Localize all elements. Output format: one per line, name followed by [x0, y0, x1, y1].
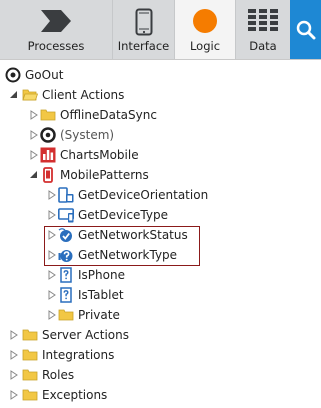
tab-logic-label: Logic — [189, 39, 221, 53]
folder-icon — [40, 109, 56, 121]
chevron-right-icon[interactable] — [47, 310, 57, 320]
toolbar-divider — [0, 59, 321, 60]
tree-node-label: ChartsMobile — [60, 148, 139, 162]
mobile-red-icon — [43, 167, 53, 183]
folder-open-icon — [22, 89, 38, 101]
tab-data[interactable]: Data — [236, 0, 290, 59]
tree-node-label: Roles — [42, 368, 75, 382]
tree-node-label: OfflineDataSync — [60, 108, 157, 122]
highlight-box — [44, 226, 200, 266]
chevron-right-icon[interactable] — [29, 130, 39, 140]
orange-circle-icon — [193, 9, 217, 33]
search-icon — [296, 20, 316, 40]
tree-node-client-actions[interactable]: Client Actions — [0, 85, 321, 105]
tab-interface-label: Interface — [117, 39, 170, 53]
processes-chevron-icon — [41, 10, 71, 32]
chevron-right-icon[interactable] — [47, 210, 57, 220]
tree-node-label: Server Actions — [42, 328, 129, 342]
tree-node-label: MobilePatterns — [60, 168, 149, 182]
tree-node-istablet[interactable]: IsTablet — [0, 285, 321, 305]
question-doc-icon — [60, 287, 72, 303]
tree-node-label: Exceptions — [42, 388, 108, 402]
tree-node-system[interactable]: (System) — [0, 125, 321, 145]
tree-node-isphone[interactable]: IsPhone — [0, 265, 321, 285]
tree-node-label: GoOut — [25, 68, 64, 82]
folder-icon — [22, 349, 38, 361]
folder-icon — [22, 369, 38, 381]
tree-node-roles[interactable]: Roles — [0, 365, 321, 385]
folder-icon — [58, 309, 74, 321]
charts-red-icon — [40, 147, 56, 163]
tree-node-label: Integrations — [42, 348, 115, 362]
tree-node-label: (System) — [60, 128, 115, 142]
tree-node-server-actions[interactable]: Server Actions — [0, 325, 321, 345]
tab-processes[interactable]: Processes — [0, 0, 112, 59]
tree-node-label: GetDeviceOrientation — [78, 188, 209, 202]
tree-node-label: IsTablet — [78, 288, 124, 302]
tree-node-goout[interactable]: GoOut — [0, 65, 321, 85]
tab-logic[interactable]: Logic — [174, 0, 236, 59]
chevron-right-icon[interactable] — [9, 330, 19, 340]
chevron-right-icon[interactable] — [29, 110, 39, 120]
device-type-icon — [58, 208, 74, 223]
system-module-icon — [40, 127, 56, 143]
chevron-right-icon[interactable] — [47, 190, 57, 200]
chevron-right-icon[interactable] — [9, 350, 19, 360]
chevron-right-icon[interactable] — [9, 370, 19, 380]
device-orientation-icon — [58, 187, 74, 203]
tree-node-mobilepatterns[interactable]: MobilePatterns — [0, 165, 321, 185]
tab-data-label: Data — [249, 39, 277, 53]
folder-icon — [22, 389, 38, 401]
folder-icon — [22, 329, 38, 341]
chevron-right-icon[interactable] — [47, 290, 57, 300]
tree-node-label: Private — [78, 308, 120, 322]
chevron-down-icon[interactable] — [9, 90, 19, 100]
tree-node-getdevicetype[interactable]: GetDeviceType — [0, 205, 321, 225]
module-radio-icon — [5, 67, 21, 83]
tree-node-private[interactable]: Private — [0, 305, 321, 325]
question-doc-icon — [60, 267, 72, 283]
search-button[interactable] — [290, 0, 321, 59]
grid-table-icon — [248, 9, 278, 31]
chevron-right-icon[interactable] — [47, 270, 57, 280]
chevron-down-icon[interactable] — [29, 170, 39, 180]
tree-node-label: GetDeviceType — [78, 208, 168, 222]
tree-node-integrations[interactable]: Integrations — [0, 345, 321, 365]
tree-node-offlinedatasync[interactable]: OfflineDataSync — [0, 105, 321, 125]
tree-node-label: Client Actions — [42, 88, 125, 102]
main-toolbar: Processes Interface Logic Data — [0, 0, 321, 59]
chevron-right-icon[interactable] — [29, 150, 39, 160]
tree-node-getdeviceorientation[interactable]: GetDeviceOrientation — [0, 185, 321, 205]
mobile-phone-icon — [135, 8, 152, 36]
chevron-right-icon[interactable] — [9, 390, 19, 400]
tree-node-exceptions[interactable]: Exceptions — [0, 385, 321, 405]
tab-processes-label: Processes — [27, 39, 85, 53]
tree-node-chartsmobile[interactable]: ChartsMobile — [0, 145, 321, 165]
tab-interface[interactable]: Interface — [112, 0, 174, 59]
tree-node-label: IsPhone — [78, 268, 125, 282]
